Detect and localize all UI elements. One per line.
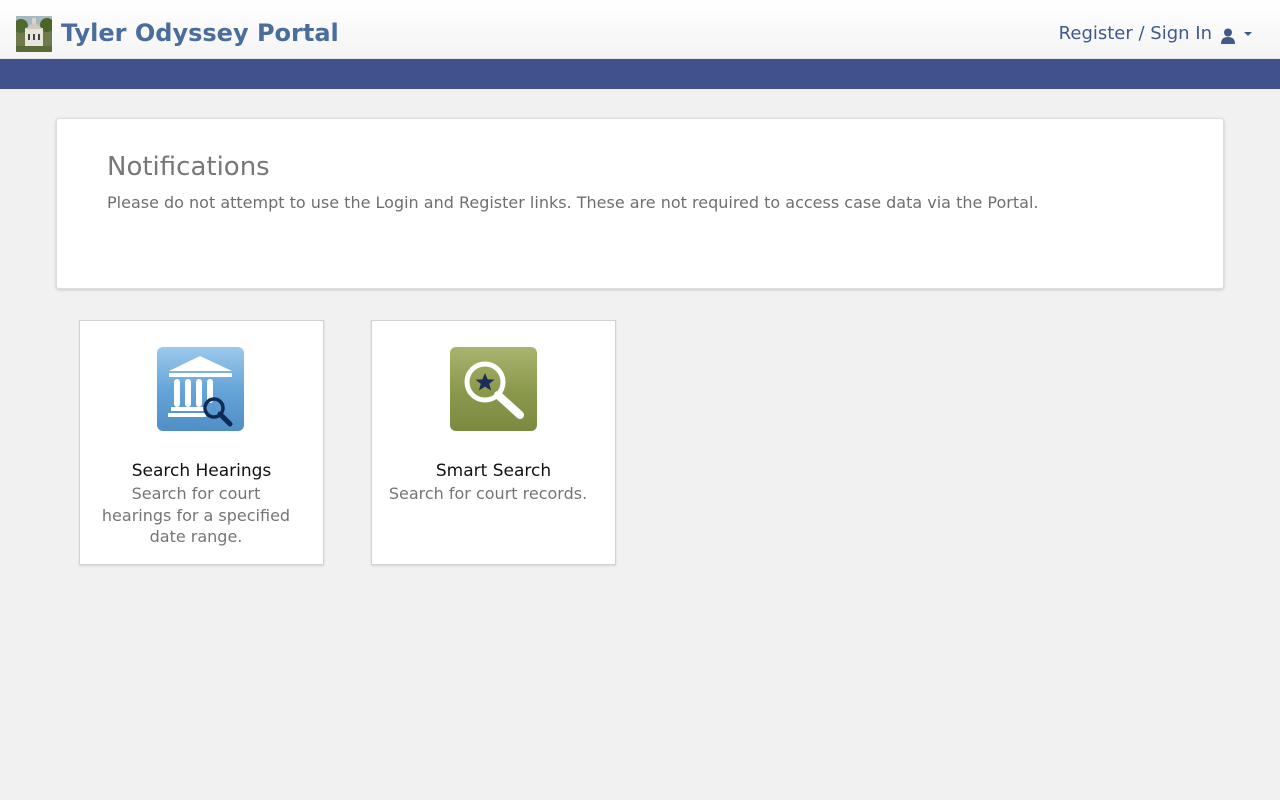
register-signin-dropdown[interactable]: Register / Sign In xyxy=(1059,21,1252,47)
notifications-message: Please do not attempt to use the Login a… xyxy=(107,193,1039,212)
portal-logo-image[interactable] xyxy=(16,16,52,52)
signin-label: Register / Sign In xyxy=(1058,23,1212,44)
magnifier-star-icon xyxy=(450,347,537,431)
smart-search-title: Smart Search xyxy=(435,461,552,481)
smart-search-description: Search for court records. xyxy=(388,484,588,503)
user-icon xyxy=(1221,26,1235,44)
brand-title[interactable]: Tyler Odyssey Portal xyxy=(61,17,339,49)
notifications-title: Notifications xyxy=(107,152,270,182)
courthouse-search-icon xyxy=(157,347,244,431)
smart-search-tile[interactable]: Smart Search Search for court records. xyxy=(371,320,616,565)
search-hearings-description: Search for court hearings for a specifie… xyxy=(101,484,291,546)
search-hearings-title: Search Hearings xyxy=(131,461,272,481)
search-hearings-tile[interactable]: Search Hearings Search for court hearing… xyxy=(79,320,324,565)
top-header: Tyler Odyssey Portal Register / Sign In xyxy=(0,0,1280,59)
navigation-bar xyxy=(0,59,1280,89)
notifications-panel: Notifications Please do not attempt to u… xyxy=(56,118,1224,289)
caret-down-icon xyxy=(1244,32,1252,36)
